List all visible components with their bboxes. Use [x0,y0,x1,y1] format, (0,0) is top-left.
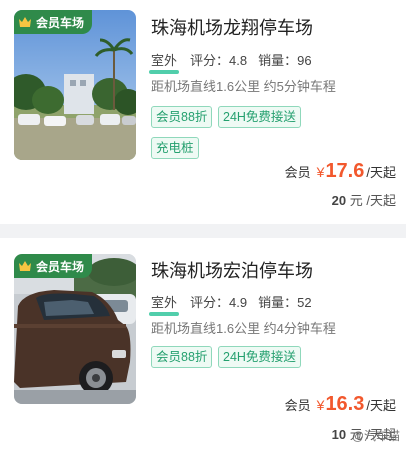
badge-label: 会员车场 [36,15,85,30]
tag-charging-pile: 充电桩 [151,137,199,159]
score: 评分：4.8 [190,53,248,68]
member-price: 会员 ¥ 17.6 /天起 [284,160,396,182]
crown-icon [19,17,31,27]
price-amount: 16.3 [325,393,365,415]
tag-member-discount: 会员88折 [151,346,213,368]
parking-photo[interactable]: 会员车场 [14,254,136,404]
original-price: 20 元 /天起 [331,193,396,208]
tag-member-discount: 会员88折 [151,106,213,128]
parking-title[interactable]: 珠海机场龙翔停车场 [151,14,313,40]
parking-title[interactable]: 珠海机场宏泊停车场 [151,257,313,283]
score: 评分：4.9 [190,295,248,310]
parking-meta: 室外 评分：4.9 销量：52 [149,292,312,316]
price-amount: 17.6 [325,160,365,182]
environment-label: 室外 [149,50,180,74]
sales: 销量：96 [258,53,312,68]
parking-card-longxiang[interactable]: 会员车场 珠海机场龙翔停车场 室外 评分：4.8 销量：96 距机场直线1.6公… [0,0,406,224]
member-price: 会员 ¥ 16.3 /天起 [284,393,396,415]
card-divider [0,224,406,238]
watermark: @汽车猫 [351,429,400,443]
tag-free-shuttle: 24H免费接送 [218,106,301,128]
parking-meta: 室外 评分：4.8 销量：96 [149,50,312,74]
crown-icon [19,261,31,271]
tag-free-shuttle: 24H免费接送 [218,346,301,368]
sales: 销量：52 [258,295,312,310]
member-lot-badge: 会员车场 [14,254,93,278]
distance-text: 距机场直线1.6公里 约5分钟车程 [151,79,336,94]
parking-photo[interactable]: 会员车场 [14,10,136,160]
parking-card-hongbo[interactable]: 会员车场 珠海机场宏泊停车场 室外 评分：4.9 销量：52 距机场直线1.6公… [0,238,406,451]
environment-label: 室外 [149,292,180,316]
distance-text: 距机场直线1.6公里 约4分钟车程 [151,321,336,336]
badge-label: 会员车场 [36,259,85,274]
member-lot-badge: 会员车场 [14,10,93,34]
